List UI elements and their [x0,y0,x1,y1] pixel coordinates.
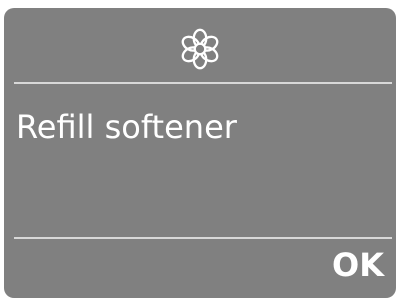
status-message: Refill softener [16,108,237,146]
ok-button[interactable]: OK [330,246,386,284]
top-divider [14,82,392,84]
flower-softener-icon [181,28,219,70]
softener-icon-container [4,22,396,76]
bottom-divider [14,237,392,239]
refill-softener-dialog: Refill softener OK [4,8,396,298]
